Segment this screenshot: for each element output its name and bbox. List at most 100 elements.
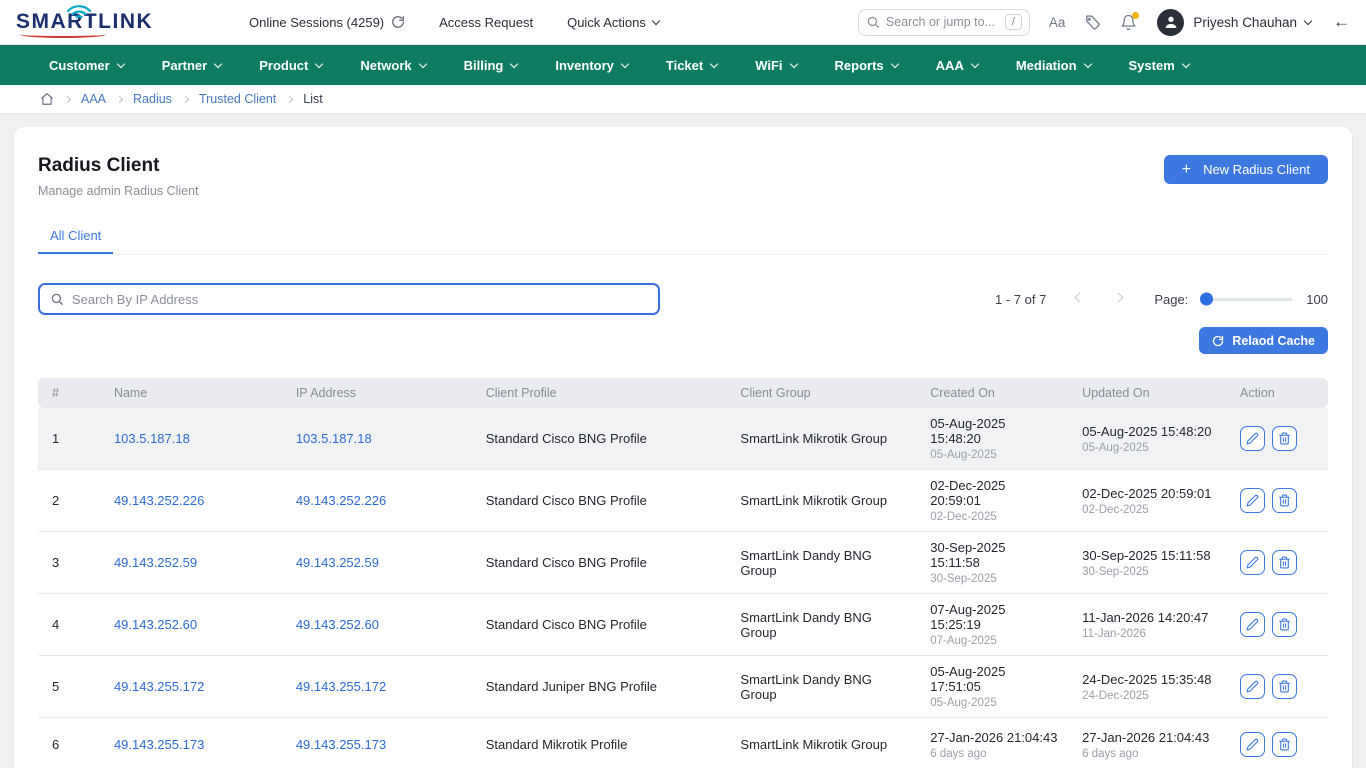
global-search[interactable]: /: [858, 9, 1030, 36]
search-icon: [50, 292, 64, 306]
nav-item-inventory[interactable]: Inventory: [536, 45, 647, 85]
trash-icon: [1278, 738, 1291, 751]
client-name-link[interactable]: 49.143.255.172: [114, 679, 204, 694]
client-ip-link[interactable]: 49.143.255.173: [296, 737, 386, 752]
delete-button[interactable]: [1272, 732, 1297, 757]
edit-button[interactable]: [1240, 612, 1265, 637]
page-size-slider[interactable]: [1200, 298, 1292, 301]
table-header-row: # Name IP Address Client Profile Client …: [38, 378, 1328, 408]
pencil-icon: [1246, 618, 1259, 631]
back-arrow[interactable]: ←: [1333, 12, 1350, 32]
delete-button[interactable]: [1272, 488, 1297, 513]
edit-button[interactable]: [1240, 426, 1265, 451]
pagination-prev-button[interactable]: [1074, 295, 1085, 303]
ip-search-input[interactable]: [72, 292, 648, 307]
nav-item-billing[interactable]: Billing: [445, 45, 537, 85]
user-avatar[interactable]: [1157, 9, 1184, 36]
delete-button[interactable]: [1272, 674, 1297, 699]
user-menu[interactable]: Priyesh Chauhan: [1193, 15, 1311, 30]
edit-button[interactable]: [1240, 732, 1265, 757]
col-client-group: Client Group: [728, 378, 918, 408]
breadcrumb-aaa[interactable]: AAA: [81, 92, 106, 106]
edit-button[interactable]: [1240, 550, 1265, 575]
row-number: 4: [38, 594, 102, 656]
nav-item-product[interactable]: Product: [240, 45, 341, 85]
delete-button[interactable]: [1272, 612, 1297, 637]
ip-search[interactable]: [38, 283, 660, 315]
nav-item-customer[interactable]: Customer: [30, 45, 143, 85]
trash-icon: [1278, 556, 1291, 569]
client-name-link[interactable]: 103.5.187.18: [114, 431, 190, 446]
nav-item-system[interactable]: System: [1110, 45, 1208, 85]
row-number: 3: [38, 532, 102, 594]
created-on: 02-Dec-2025 20:59:01 02-Dec-2025: [918, 470, 1070, 532]
created-on: 07-Aug-2025 15:25:19 07-Aug-2025: [918, 594, 1070, 656]
client-ip-link[interactable]: 103.5.187.18: [296, 431, 372, 446]
breadcrumb-radius[interactable]: Radius: [133, 92, 172, 106]
logo[interactable]: SMARTLINK: [16, 10, 211, 34]
tab-all-client[interactable]: All Client: [38, 222, 113, 254]
edit-button[interactable]: [1240, 674, 1265, 699]
reload-cache-button[interactable]: Relaod Cache: [1199, 327, 1328, 354]
nav-item-ticket[interactable]: Ticket: [647, 45, 736, 85]
pagination-next-button[interactable]: [1113, 295, 1124, 303]
nav-item-wifi[interactable]: WiFi: [736, 45, 815, 85]
delete-button[interactable]: [1272, 550, 1297, 575]
tag-icon[interactable]: [1084, 14, 1101, 31]
reload-cache-label: Relaod Cache: [1232, 334, 1315, 348]
nav-item-mediation[interactable]: Mediation: [997, 45, 1110, 85]
client-ip-link[interactable]: 49.143.252.59: [296, 555, 379, 570]
action-cell: [1228, 594, 1328, 656]
breadcrumb-trusted-client[interactable]: Trusted Client: [199, 92, 276, 106]
refresh-icon[interactable]: [391, 15, 405, 29]
chevron-down-icon: [890, 59, 898, 67]
table-body: 1 103.5.187.18 103.5.187.18 Standard Cis…: [38, 408, 1328, 768]
client-ip-link[interactable]: 49.143.252.226: [296, 493, 386, 508]
plus-icon: +: [1182, 161, 1191, 179]
client-name-link[interactable]: 49.143.252.60: [114, 617, 197, 632]
page-title-block: Radius Client Manage admin Radius Client: [38, 155, 199, 198]
page-subtitle: Manage admin Radius Client: [38, 184, 199, 198]
nav-item-network[interactable]: Network: [341, 45, 444, 85]
client-name-link[interactable]: 49.143.252.59: [114, 555, 197, 570]
client-group: SmartLink Dandy BNG Group: [728, 594, 918, 656]
table-row: 4 49.143.252.60 49.143.252.60 Standard C…: [38, 594, 1328, 656]
online-sessions[interactable]: Online Sessions (4259): [249, 15, 405, 30]
font-size-toggle[interactable]: Aa: [1049, 15, 1066, 30]
page-size-value: 100: [1306, 292, 1328, 307]
slider-thumb[interactable]: [1200, 293, 1213, 306]
client-ip-link[interactable]: 49.143.252.60: [296, 617, 379, 632]
row-number: 6: [38, 718, 102, 768]
slash-shortcut-badge: /: [1005, 14, 1022, 30]
client-name-link[interactable]: 49.143.252.226: [114, 493, 204, 508]
person-icon: [1163, 14, 1179, 30]
action-cell: [1228, 470, 1328, 532]
nav-item-partner[interactable]: Partner: [143, 45, 241, 85]
home-icon[interactable]: [40, 92, 54, 106]
top-header: SMARTLINK Online Sessions (4259) Access …: [0, 0, 1366, 45]
global-search-input[interactable]: [886, 15, 999, 29]
access-request-link[interactable]: Access Request: [439, 15, 533, 30]
quick-actions-label: Quick Actions: [567, 15, 646, 30]
chevron-right-icon: [64, 95, 71, 102]
client-profile: Standard Juniper BNG Profile: [474, 656, 729, 718]
new-radius-client-button[interactable]: + New Radius Client: [1164, 155, 1328, 184]
client-profile: Standard Cisco BNG Profile: [474, 408, 729, 470]
client-group: SmartLink Mikrotik Group: [728, 470, 918, 532]
client-ip-link[interactable]: 49.143.255.172: [296, 679, 386, 694]
client-name-link[interactable]: 49.143.255.173: [114, 737, 204, 752]
logo-swoosh: [20, 31, 106, 38]
quick-actions-menu[interactable]: Quick Actions: [567, 15, 659, 30]
notifications-bell-icon[interactable]: [1120, 14, 1137, 31]
nav-item-reports[interactable]: Reports: [816, 45, 917, 85]
nav-item-aaa[interactable]: AAA: [917, 45, 997, 85]
delete-button[interactable]: [1272, 426, 1297, 451]
edit-button[interactable]: [1240, 488, 1265, 513]
client-profile: Standard Mikrotik Profile: [474, 718, 729, 768]
created-on: 05-Aug-2025 15:48:20 05-Aug-2025: [918, 408, 1070, 470]
trash-icon: [1278, 680, 1291, 693]
chevron-down-icon: [652, 16, 660, 24]
pagination: 1 - 7 of 7 Page: 100: [995, 292, 1328, 307]
table-row: 2 49.143.252.226 49.143.252.226 Standard…: [38, 470, 1328, 532]
chevron-right-icon: [286, 95, 293, 102]
